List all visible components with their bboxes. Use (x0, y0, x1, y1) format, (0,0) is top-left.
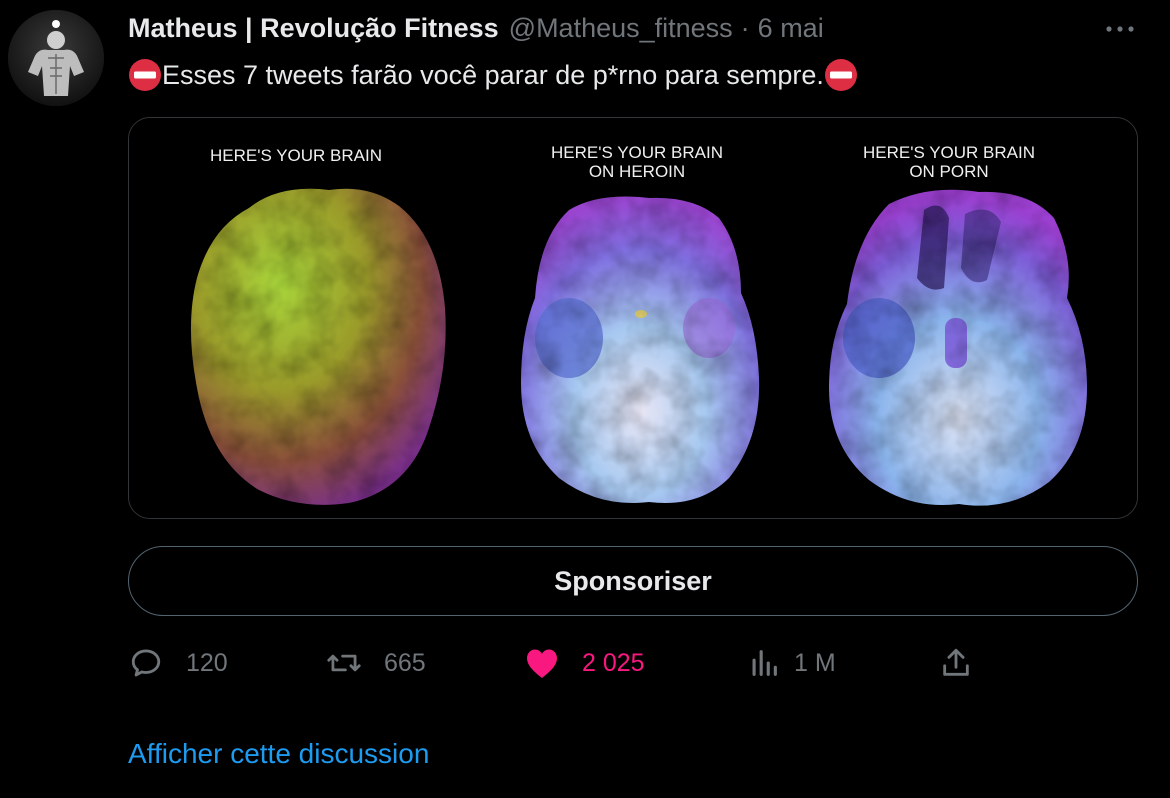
brain-image-heroin (521, 196, 760, 503)
tweet-image[interactable]: HERE'S YOUR BRAIN HERE'S YOUR BRAIN ON H… (128, 117, 1138, 519)
share-icon (938, 645, 974, 681)
brain-image-porn (829, 189, 1087, 506)
reply-button[interactable]: 120 (128, 640, 228, 686)
reply-count: 120 (186, 648, 228, 677)
more-icon (1106, 26, 1134, 32)
author-name[interactable]: Matheus | Revolução Fitness (128, 13, 499, 44)
like-button[interactable]: 2 025 (524, 640, 645, 686)
more-options-button[interactable] (1100, 14, 1140, 44)
show-thread-link[interactable]: Afficher cette discussion (128, 734, 429, 774)
panel-caption: HERE'S YOUR BRAIN (551, 143, 723, 162)
reply-icon (128, 645, 164, 681)
retweet-icon (326, 645, 362, 681)
share-button[interactable] (938, 640, 974, 686)
panel-caption: ON PORN (909, 162, 988, 181)
tweet-text: Esses 7 tweets farão você parar de p*rno… (128, 56, 858, 94)
retweet-button[interactable]: 665 (326, 640, 426, 686)
no-entry-icon (824, 59, 857, 91)
separator-dot: · (740, 12, 750, 43)
views-count: 1 M (794, 648, 836, 677)
panel-caption: ON HEROIN (589, 162, 685, 181)
action-bar: 120 665 2 025 1 M (128, 640, 1138, 686)
tweet-body: Esses 7 tweets farão você parar de p*rno… (162, 59, 824, 90)
like-count: 2 025 (582, 648, 645, 677)
tweet-header: Matheus | Revolução Fitness @Matheus_fit… (128, 10, 824, 46)
sponsor-button[interactable]: Sponsoriser (128, 546, 1138, 616)
views-button[interactable]: 1 M (746, 640, 836, 686)
views-icon (746, 645, 782, 681)
author-handle[interactable]: @Matheus_fitness (509, 13, 733, 44)
brain-image-normal (190, 188, 446, 505)
no-entry-icon (129, 59, 161, 91)
tweet-date[interactable]: 6 mai (758, 13, 824, 44)
retweet-count: 665 (384, 648, 426, 677)
panel-caption: HERE'S YOUR BRAIN (210, 146, 382, 165)
avatar[interactable] (8, 10, 104, 106)
panel-caption: HERE'S YOUR BRAIN (863, 143, 1035, 162)
heart-icon (524, 645, 560, 681)
